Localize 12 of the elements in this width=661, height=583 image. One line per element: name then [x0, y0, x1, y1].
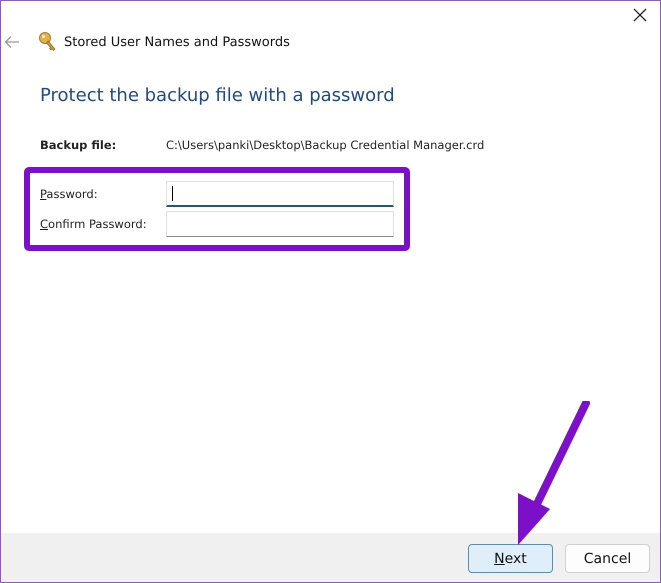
backup-file-path: C:\Users\panki\Desktop\Backup Credential Manager.crd [166, 138, 484, 152]
field-label: Confirm Password: [40, 217, 148, 231]
backup-file-label: Backup file: [40, 138, 118, 152]
page-heading: Protect the backup file with a password [40, 85, 396, 106]
text-cursor [172, 186, 173, 201]
password-field[interactable] [166, 181, 394, 207]
window-title: Stored User Names and Passwords [64, 34, 290, 50]
dialog-button[interactable]: Cancel [565, 544, 650, 573]
default-button[interactable]: Next [468, 544, 553, 573]
password-field[interactable] [166, 211, 394, 237]
field-label: Password: [40, 187, 99, 201]
key-icon [38, 31, 58, 53]
